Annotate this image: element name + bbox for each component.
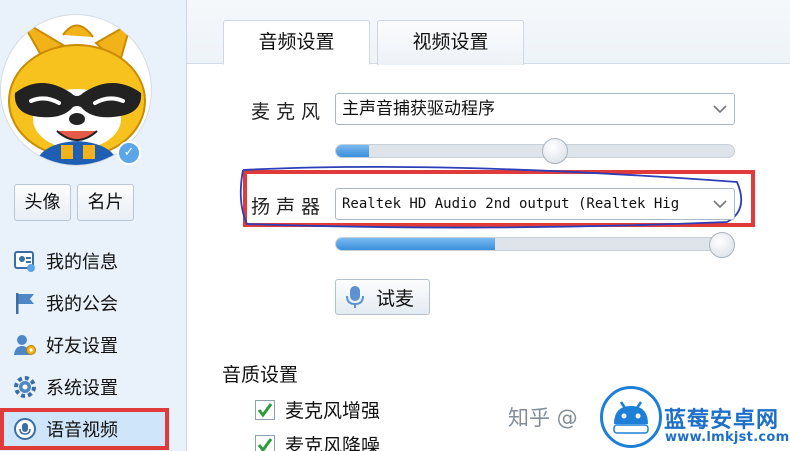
- microphone-device-select[interactable]: 主声音捕获驱动程序: [335, 93, 735, 125]
- gear-icon: [12, 374, 38, 400]
- mic-enhance-option[interactable]: 麦克风增强: [255, 396, 380, 423]
- checkmark-icon: [257, 437, 273, 451]
- sidebar-item-friend-settings[interactable]: 好友设置: [0, 324, 186, 366]
- sidebar-item-my-info[interactable]: 我的信息: [0, 240, 186, 282]
- sidebar-item-voice-video[interactable]: 语音视频: [0, 408, 169, 450]
- voice-video-icon: [12, 416, 38, 442]
- microphone-icon: [346, 285, 364, 309]
- sidebar-item-system-settings[interactable]: 系统设置: [0, 366, 186, 408]
- sidebar-item-my-guild[interactable]: 我的公会: [0, 282, 186, 324]
- microphone-volume-handle[interactable]: [542, 138, 568, 164]
- chevron-down-icon: [713, 200, 727, 209]
- sidebar: ✓ 头像 名片 我的信息 我的公会 好友设置 系统设置 语音视频: [0, 0, 187, 451]
- test-microphone-label: 试麦: [376, 287, 415, 310]
- site-url-watermark: www.lmkjst.com: [665, 430, 790, 445]
- speaker-volume-fill: [336, 238, 496, 250]
- speaker-label: 扬声器: [251, 196, 327, 218]
- blueberry-android-logo-icon: [600, 386, 662, 448]
- tab-audio-settings[interactable]: 音频设置: [223, 20, 370, 65]
- friend-settings-icon: [12, 332, 38, 358]
- tab-bar: 音频设置 视频设置: [187, 0, 790, 65]
- mic-enhance-label: 麦克风增强: [285, 400, 381, 422]
- speaker-device-select[interactable]: Realtek HD Audio 2nd output (Realtek Hig: [335, 188, 735, 220]
- speaker-volume-handle[interactable]: [709, 232, 735, 258]
- verified-badge-icon: ✓: [117, 141, 141, 165]
- mic-noise-reduction-checkbox[interactable]: [255, 434, 275, 451]
- avatar-button-group: 头像 名片: [14, 184, 134, 221]
- speaker-device-value: Realtek HD Audio 2nd output (Realtek Hig: [342, 196, 680, 212]
- checkmark-icon: [257, 402, 273, 417]
- mic-noise-reduction-label: 麦克风降噪: [285, 435, 381, 451]
- settings-panel: 音频设置 视频设置 麦克风 主声音捕获驱动程序 扬声器 Realtek HD A…: [187, 0, 790, 451]
- chevron-down-icon: [713, 105, 727, 114]
- audio-quality-title: 音质设置: [222, 364, 299, 386]
- microphone-volume-slider[interactable]: [335, 144, 735, 158]
- test-microphone-button[interactable]: 试麦: [335, 279, 430, 315]
- avatar-button[interactable]: 头像: [14, 184, 71, 221]
- business-card-button[interactable]: 名片: [77, 184, 134, 221]
- speaker-volume-slider[interactable]: [335, 237, 735, 251]
- microphone-label: 麦克风: [251, 101, 327, 123]
- tab-video-settings[interactable]: 视频设置: [377, 20, 524, 65]
- sidebar-item-label: 语音视频: [46, 420, 118, 441]
- mic-enhance-checkbox[interactable]: [255, 399, 275, 420]
- microphone-volume-fill: [336, 145, 369, 157]
- profile-card-icon: [12, 248, 38, 274]
- zhihu-watermark: 知乎 @: [508, 406, 578, 430]
- sidebar-item-label: 我的公会: [46, 294, 118, 315]
- sidebar-item-label: 我的信息: [46, 252, 118, 273]
- sidebar-item-label: 好友设置: [46, 336, 118, 357]
- sidebar-nav: 我的信息 我的公会 好友设置 系统设置 语音视频: [0, 240, 186, 450]
- sidebar-item-label: 系统设置: [46, 378, 118, 399]
- microphone-device-value: 主声音捕获驱动程序: [342, 99, 495, 119]
- mic-noise-reduction-option[interactable]: 麦克风降噪: [255, 431, 380, 451]
- flag-icon: [12, 290, 38, 316]
